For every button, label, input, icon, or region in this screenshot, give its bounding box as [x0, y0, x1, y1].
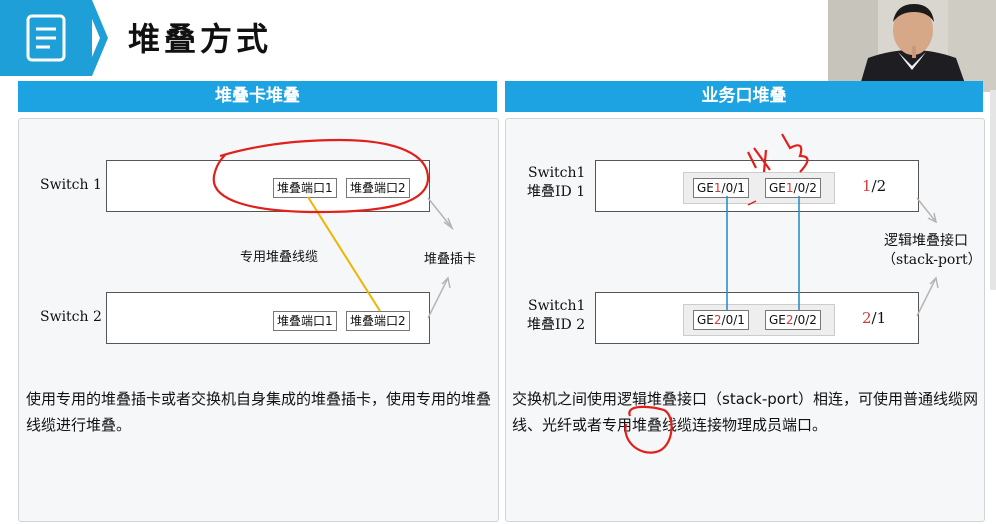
right-description: 交换机之间使用逻辑堆叠接口（stack-port）相连，可使用普通线缆网线、光纤… [512, 390, 978, 434]
r-switch2-logical-port: 2/1 [862, 309, 887, 327]
switch1-stack-port-1: 堆叠端口1 [273, 178, 337, 198]
logic-port-label: 逻辑堆叠接口 [884, 233, 968, 249]
r-switch1-name: Switch1 [528, 165, 586, 181]
document-list-icon [26, 14, 66, 62]
switch2-stack-port-1: 堆叠端口1 [273, 311, 337, 331]
right-panel-heading: 业务口堆叠 [505, 81, 983, 112]
left-panel-heading: 堆叠卡堆叠 [18, 81, 497, 112]
switch2-label: Switch 2 [40, 309, 102, 325]
page-title: 堆叠方式 [128, 20, 273, 58]
r-switch1-logical-port: 1/2 [862, 177, 887, 195]
r-switch2-port-1: GE2/0/1 [693, 310, 749, 330]
left-description: 使用专用的堆叠插卡或者交换机自身集成的堆叠插卡，使用专用的堆叠线缆进行堆叠。 [26, 390, 492, 434]
switch1-label: Switch 1 [40, 177, 102, 193]
header-chevron [84, 0, 108, 76]
r-switch1-port-2: GE1/0/2 [765, 178, 821, 198]
switch1-stack-port-2: 堆叠端口2 [346, 178, 410, 198]
switch2-stack-port-2: 堆叠端口2 [346, 311, 410, 331]
r-switch2-port-2: GE2/0/2 [765, 310, 821, 330]
r-switch2-id: 堆叠ID 2 [527, 317, 586, 333]
cable-label: 专用堆叠线缆 [240, 250, 319, 265]
side-scrollbar[interactable] [990, 90, 996, 290]
webcam-video [828, 0, 996, 92]
stack-card-label: 堆叠插卡 [424, 252, 477, 267]
logo-block [0, 0, 92, 76]
r-switch2-name: Switch1 [528, 298, 586, 314]
r-switch1-id: 堆叠ID 1 [527, 184, 586, 200]
logic-port-sublabel: （stack-port） [882, 252, 982, 268]
r-switch1-port-1: GE1/0/1 [693, 178, 749, 198]
